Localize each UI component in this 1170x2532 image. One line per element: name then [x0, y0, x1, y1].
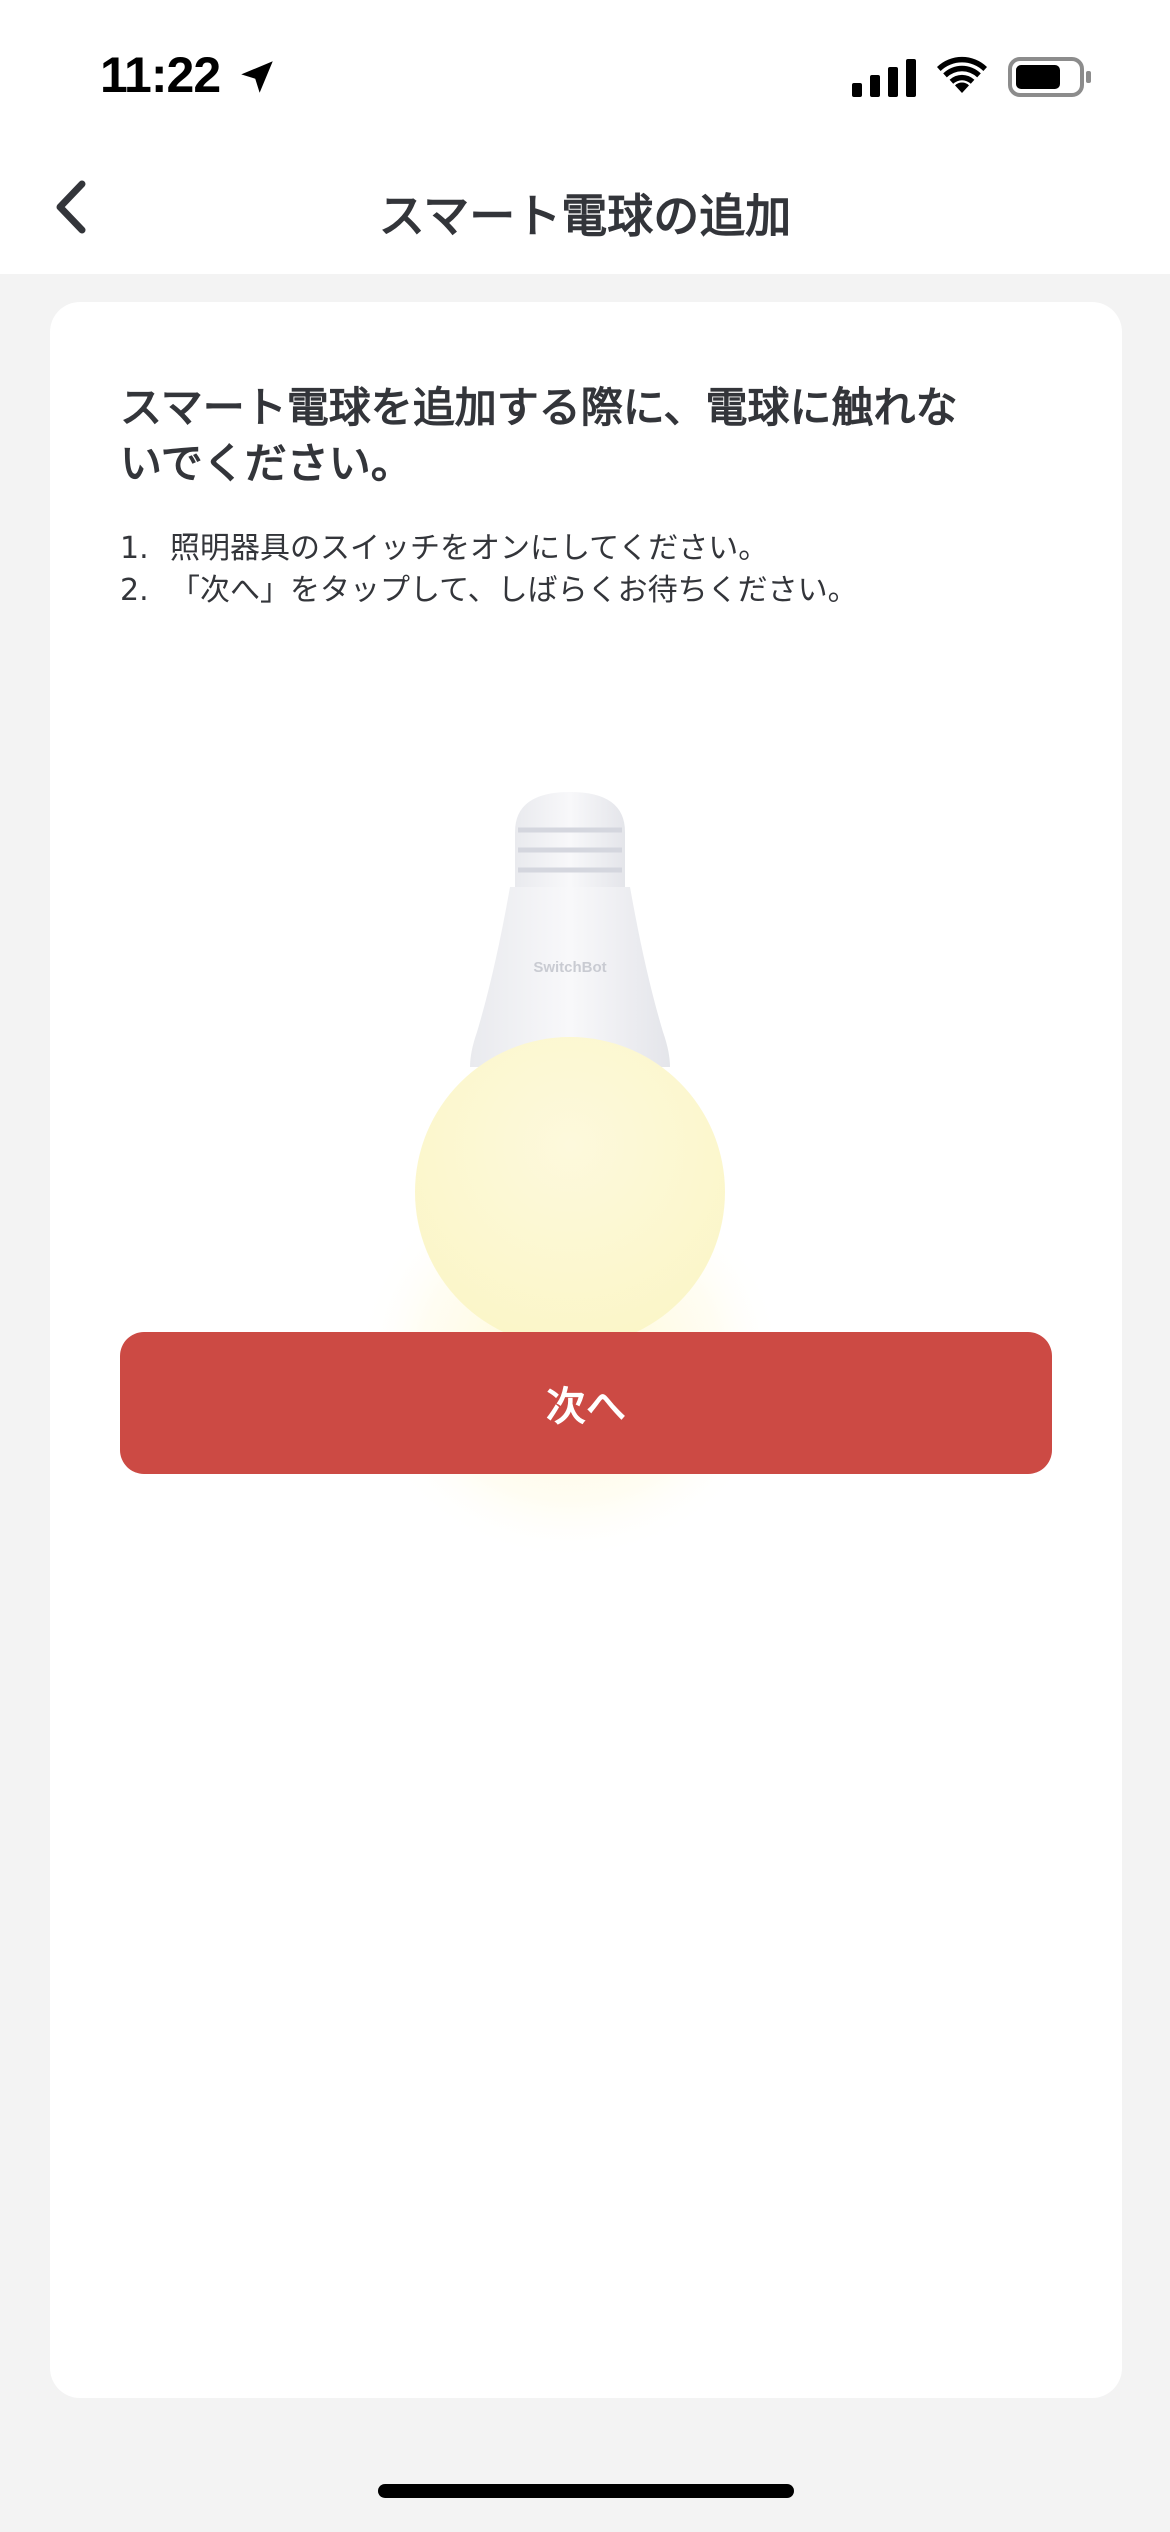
nav-bar: スマート電球の追加: [0, 150, 1170, 274]
heading-line: いでください。: [120, 439, 413, 488]
battery-icon: [1008, 57, 1091, 97]
list-item: 1. 照明器具のスイッチをオンにしてください。: [120, 528, 1070, 570]
instruction-heading: スマート電球を追加する際に、電球に触れな いでください。: [120, 380, 1050, 492]
content-card: スマート電球を追加する際に、電球に触れな いでください。 1. 照明器具のスイッ…: [50, 302, 1122, 2398]
status-bar: 11:22: [0, 0, 1170, 150]
step-number: 1.: [120, 531, 149, 566]
location-arrow-icon: [241, 61, 273, 93]
bulb-cap: [515, 792, 625, 887]
home-indicator[interactable]: [378, 2484, 794, 2498]
list-item: 2. 「次へ」をタップして、しばらくお待ちください。: [120, 570, 1070, 612]
status-time: 11:22: [100, 47, 221, 103]
bulb-brand-label: SwitchBot: [533, 959, 606, 976]
page-title: スマート電球の追加: [378, 189, 792, 243]
step-text: 「次へ」をタップして、しばらくお待ちください。: [170, 573, 858, 608]
heading-line: スマート電球を追加する際に、電球に触れな: [120, 383, 958, 432]
next-button[interactable]: 次へ: [120, 1332, 1052, 1474]
wifi-icon: [937, 56, 987, 93]
step-text: 照明器具のスイッチをオンにしてください。: [170, 531, 769, 566]
cellular-signal-icon: [852, 59, 916, 97]
steps-list: 1. 照明器具のスイッチをオンにしてください。 2. 「次へ」をタップして、しば…: [120, 528, 1070, 612]
step-number: 2.: [120, 573, 149, 608]
bulb-globe: [415, 1037, 725, 1347]
